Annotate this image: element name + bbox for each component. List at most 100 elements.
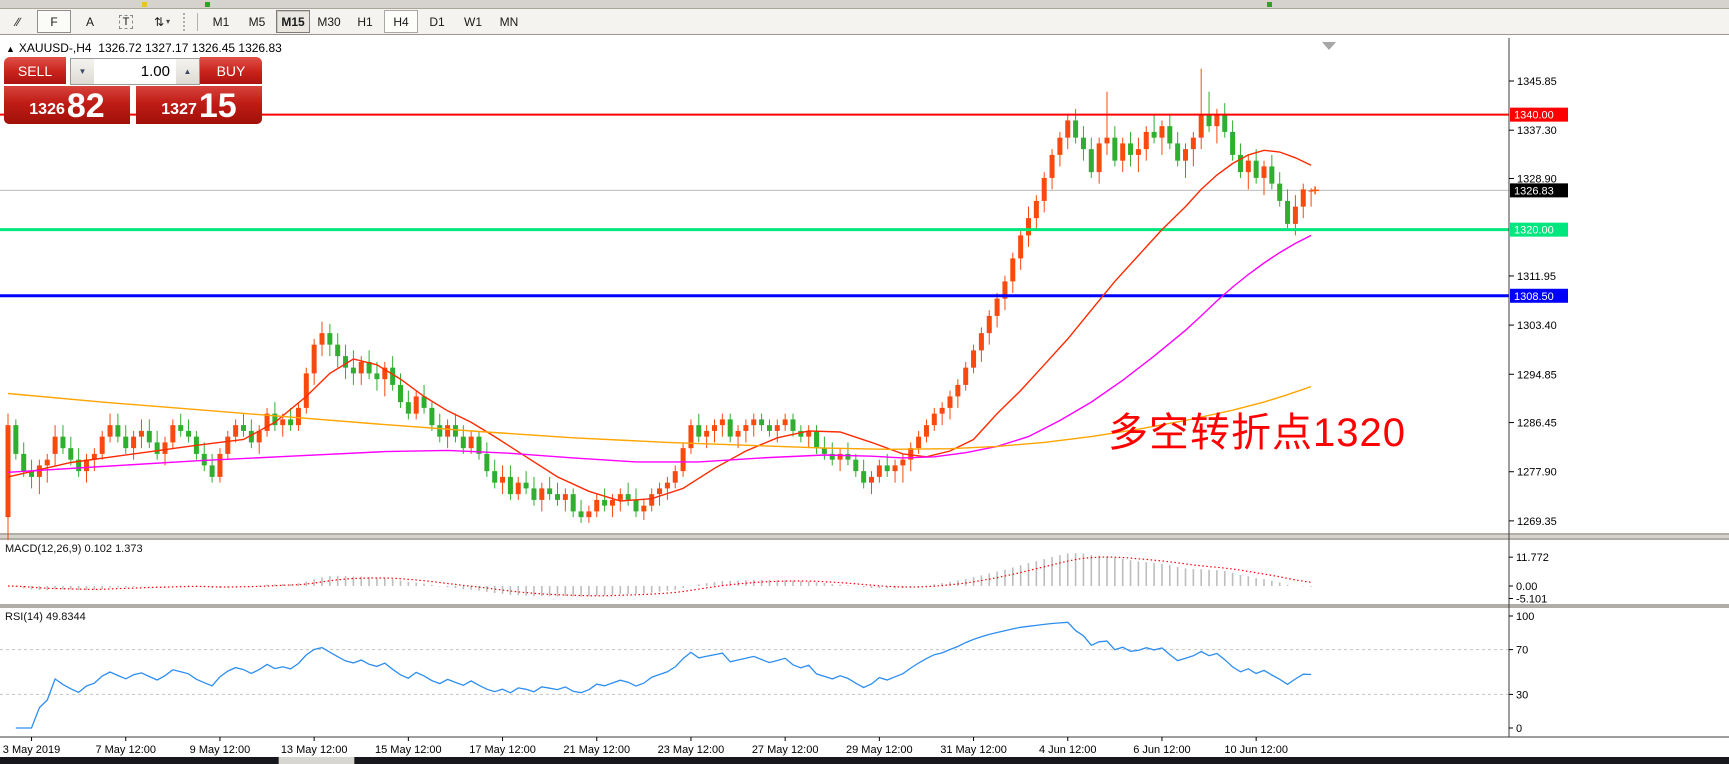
candle-body <box>555 494 560 500</box>
timeframe-button-m5[interactable]: M5 <box>240 10 274 33</box>
price-axis-tick: 1294.85 <box>1517 369 1557 381</box>
candle-body <box>1081 138 1086 150</box>
candle-body <box>288 419 293 425</box>
candle-body <box>767 425 772 431</box>
equidistant-channel-icon[interactable]: ∕∕ <box>1 10 35 33</box>
rsi-label: RSI(14) <box>5 611 43 623</box>
timeframe-button-m1[interactable]: M1 <box>204 10 238 33</box>
candle-body <box>1152 132 1157 138</box>
text-icon[interactable]: A <box>73 10 107 33</box>
time-axis-label: 21 May 12:00 <box>563 744 630 756</box>
volume-input[interactable]: 1.00 <box>94 59 176 84</box>
candle-body <box>1214 115 1219 127</box>
macd-axis-tick: -5.101 <box>1516 593 1547 605</box>
candle-body <box>500 477 505 483</box>
timeframe-button-m30[interactable]: M30 <box>312 10 346 33</box>
rsi-axis-tick: 70 <box>1516 645 1528 657</box>
sell-price-big: 82 <box>67 89 105 123</box>
candle-body <box>131 437 136 449</box>
time-axis-label: 29 May 12:00 <box>846 744 913 756</box>
candle-body <box>170 425 175 442</box>
timeframe-button-w1[interactable]: W1 <box>456 10 490 33</box>
candle-body <box>1277 184 1282 201</box>
text-label-icon[interactable]: T <box>109 10 143 33</box>
candle-body <box>932 414 937 426</box>
arrows-icon[interactable]: ⇅▾ <box>145 10 179 33</box>
candle-body <box>437 425 442 437</box>
candle-body <box>594 500 599 512</box>
price-badge-label: 1308.50 <box>1514 291 1554 303</box>
sell-button[interactable]: SELL <box>4 57 66 84</box>
collapse-icon[interactable]: ▲ <box>6 44 15 54</box>
candle-body <box>845 454 850 460</box>
toolbar-drag-handle[interactable] <box>183 13 189 31</box>
fibo-grid-icon[interactable]: F <box>37 10 71 33</box>
candle-body <box>155 442 160 454</box>
candle-body <box>21 454 26 471</box>
candle-body <box>791 419 796 431</box>
candle-body <box>649 494 654 506</box>
candle-body <box>108 425 113 437</box>
candle-body <box>351 368 356 374</box>
candle-body <box>84 460 89 472</box>
volume-increase-button[interactable]: ▲ <box>176 59 199 84</box>
candle-body <box>948 396 953 408</box>
volume-decrease-button[interactable]: ▼ <box>71 59 94 84</box>
text-label-icon-glyph: T <box>119 15 134 29</box>
candle-body <box>304 373 309 408</box>
candle-body <box>1105 138 1110 144</box>
candle-body <box>1112 138 1117 161</box>
candle-body <box>822 448 827 454</box>
candle-body <box>60 437 65 449</box>
candle-body <box>335 345 340 357</box>
sell-price-display[interactable]: 1326 82 <box>4 86 130 124</box>
candle-body <box>618 494 623 500</box>
candle-body <box>775 425 780 431</box>
candle-body <box>163 442 168 454</box>
candle-body <box>469 437 474 449</box>
candle-body <box>704 431 709 437</box>
candle-body <box>728 419 733 436</box>
candle-body <box>696 425 701 437</box>
buy-price-display[interactable]: 1327 15 <box>136 86 262 124</box>
candle-body <box>45 460 50 466</box>
timeframe-button-d1[interactable]: D1 <box>420 10 454 33</box>
candle-body <box>759 419 764 425</box>
buy-button[interactable]: BUY <box>200 57 262 84</box>
candle-body <box>971 350 976 367</box>
dropdown-caret-icon[interactable]: ▾ <box>166 17 170 26</box>
candle-body <box>869 477 874 483</box>
chart-title: ▲XAUUSD-,H4 1326.72 1327.17 1326.45 1326… <box>6 41 282 55</box>
price-axis-tick: 1345.85 <box>1517 76 1557 88</box>
candle-body <box>524 483 529 489</box>
candle-body <box>539 488 544 500</box>
macd-values: 0.102 1.373 <box>84 543 142 555</box>
candle-body <box>602 500 607 506</box>
price-axis-tick: 1286.45 <box>1517 418 1557 430</box>
timeframe-button-mn[interactable]: MN <box>492 10 526 33</box>
candle-body <box>1262 166 1267 178</box>
time-axis-label: 27 May 12:00 <box>752 744 819 756</box>
candle-body <box>374 373 379 379</box>
candle-body <box>853 460 858 472</box>
candle-body <box>1128 143 1133 155</box>
chart-canvas[interactable]: 1345.851337.301328.901311.951303.401294.… <box>0 38 1729 757</box>
candle-body <box>296 408 301 425</box>
candle-body <box>414 396 419 413</box>
equidistant-channel-icon-glyph: ∕∕ <box>16 15 20 29</box>
candle-body <box>492 471 497 483</box>
drawing-and-timeframe-toolbar: ∕∕ FAT ⇅▾ M1M5M15M30H1H4D1W1MN <box>0 9 1729 35</box>
candle-body <box>139 431 144 437</box>
buy-price-big: 15 <box>199 89 237 123</box>
candle-body <box>406 402 411 414</box>
candle-body <box>641 506 646 512</box>
candle-body <box>68 448 73 460</box>
timeframe-button-h1[interactable]: H1 <box>348 10 382 33</box>
candle-body <box>1199 115 1204 138</box>
candle-body <box>1246 161 1251 173</box>
macd-indicator-header: MACD(12,26,9) 0.102 1.373 <box>5 543 143 555</box>
timeframe-button-m15[interactable]: M15 <box>276 10 310 33</box>
timeframe-button-h4[interactable]: H4 <box>384 10 418 33</box>
candle-body <box>586 511 591 517</box>
candle-body <box>217 454 222 477</box>
